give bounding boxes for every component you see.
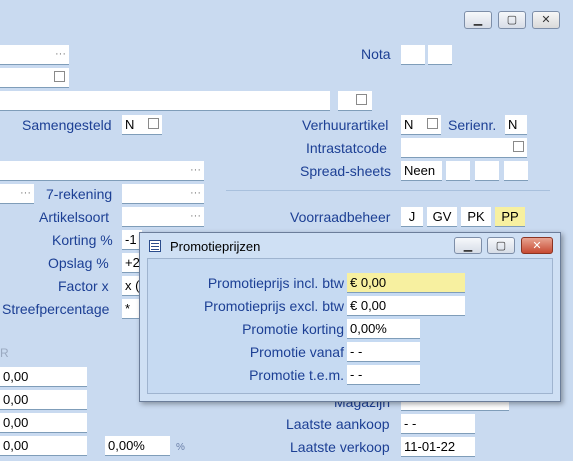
checkbox[interactable] [356, 94, 367, 105]
promo-tem-label: Promotie t.e.m. [249, 367, 344, 383]
opslag-label: Opslag % [48, 255, 109, 271]
dialog-minimize-button[interactable]: ▁ [454, 237, 482, 254]
dialog-maximize-button[interactable]: ▢ [487, 237, 515, 254]
dialog-app-icon [149, 240, 161, 252]
spreadsheets-field-2[interactable] [446, 161, 470, 181]
streefpercentage-label: Streefpercentage [2, 301, 110, 317]
voorraad-code-gv[interactable]: GV [427, 207, 457, 227]
spreadsheets-field-4[interactable] [504, 161, 528, 181]
promo-tem-field[interactable]: - - [347, 365, 420, 385]
factor-label: Factor x [58, 278, 109, 294]
description-side-field[interactable] [338, 91, 372, 111]
top-field-2[interactable] [0, 68, 69, 88]
verhuurartikel-label: Verhuurartikel [302, 117, 389, 133]
promo-incl-label: Promotieprijs incl. btw [207, 275, 344, 291]
minimize-button[interactable]: ▁ [464, 11, 492, 29]
zeven-rekening-field[interactable]: ··· [122, 184, 204, 204]
laatste-aankoop-label: Laatste aankoop [286, 416, 390, 432]
laatste-verkoop-label: Laatste verkoop [290, 439, 390, 455]
intrastatcode-field[interactable] [401, 138, 527, 158]
promo-vanaf-label: Promotie vanaf [249, 344, 344, 360]
description-field[interactable] [0, 91, 330, 111]
price-field-1[interactable]: 0,00 [0, 367, 87, 387]
nota-field-1[interactable] [401, 45, 425, 65]
dialog-body: Promotieprijs incl. btw € 0,00 Promotiep… [147, 258, 553, 394]
samengesteld-label: Samengesteld [22, 117, 112, 133]
laatste-verkoop-field[interactable]: 11-01-22 [401, 437, 475, 457]
divider [226, 190, 550, 191]
promo-korting-label: Promotie korting [242, 321, 344, 337]
promotieprijzen-dialog: Promotieprijzen ▁ ▢ ✕ Promotieprijs incl… [139, 232, 561, 402]
korting-label: Korting % [52, 232, 113, 248]
promo-excl-field[interactable]: € 0,00 [347, 296, 465, 316]
artikelsoort-field[interactable]: ··· [122, 207, 204, 227]
top-field-1[interactable]: ··· [0, 45, 69, 65]
maximize-button[interactable]: ▢ [498, 11, 526, 29]
minimize-icon: ▁ [473, 14, 483, 26]
maximize-icon: ▢ [495, 240, 507, 252]
intrastatcode-label: Intrastatcode [306, 140, 387, 156]
nota-field-2[interactable] [428, 45, 452, 65]
close-icon: ✕ [532, 240, 542, 252]
serienr-label: Serienr. [448, 117, 497, 133]
zeven-rekening-label: 7-rekening [46, 186, 113, 202]
percent-sign: % [176, 442, 185, 453]
voorraad-code-pp[interactable]: PP [495, 207, 525, 227]
checkbox[interactable] [54, 71, 65, 82]
laatste-aankoop-field[interactable]: - - [401, 414, 475, 434]
voorraad-code-j[interactable]: J [401, 207, 423, 227]
nota-label: Nota [361, 46, 391, 62]
dialog-title-bar[interactable]: Promotieprijzen ▁ ▢ ✕ [140, 233, 560, 259]
price-field-2[interactable]: 0,00 [0, 390, 87, 410]
voorraadbeheer-label: Voorraadbeheer [290, 209, 391, 225]
promo-korting-field[interactable]: 0,00% [347, 319, 420, 339]
checkbox[interactable] [513, 141, 524, 152]
checkbox[interactable] [148, 118, 159, 129]
close-button[interactable]: ✕ [532, 11, 560, 29]
mid-field-2[interactable]: ··· [0, 184, 34, 204]
percent-field[interactable]: 0,00% [105, 436, 170, 456]
minimize-icon: ▁ [463, 240, 473, 252]
price-field-3[interactable]: 0,00 [0, 413, 87, 433]
artikelsoort-label: Artikelsoort [39, 209, 110, 225]
dialog-title: Promotieprijzen [170, 239, 261, 254]
spreadsheets-label: Spread-sheets [300, 163, 392, 179]
checkbox[interactable] [427, 118, 438, 129]
r-header: R [0, 346, 9, 360]
serienr-field[interactable]: N [505, 115, 527, 135]
lookup-dots: ··· [55, 48, 66, 60]
dialog-close-button[interactable]: ✕ [521, 237, 553, 254]
price-field-4[interactable]: 0,00 [0, 436, 87, 456]
promo-incl-field[interactable]: € 0,00 [347, 273, 465, 293]
verhuurartikel-field[interactable]: N [401, 115, 441, 135]
close-icon: ✕ [541, 14, 551, 26]
samengesteld-field[interactable]: N [122, 115, 162, 135]
promo-excl-label: Promotieprijs excl. btw [203, 298, 344, 314]
maximize-icon: ▢ [506, 14, 518, 26]
voorraad-code-pk[interactable]: PK [461, 207, 491, 227]
spreadsheets-field-3[interactable] [475, 161, 499, 181]
spreadsheets-field[interactable]: Neen [401, 161, 442, 181]
mid-field-1[interactable]: ··· [0, 161, 204, 181]
promo-vanaf-field[interactable]: - - [347, 342, 420, 362]
